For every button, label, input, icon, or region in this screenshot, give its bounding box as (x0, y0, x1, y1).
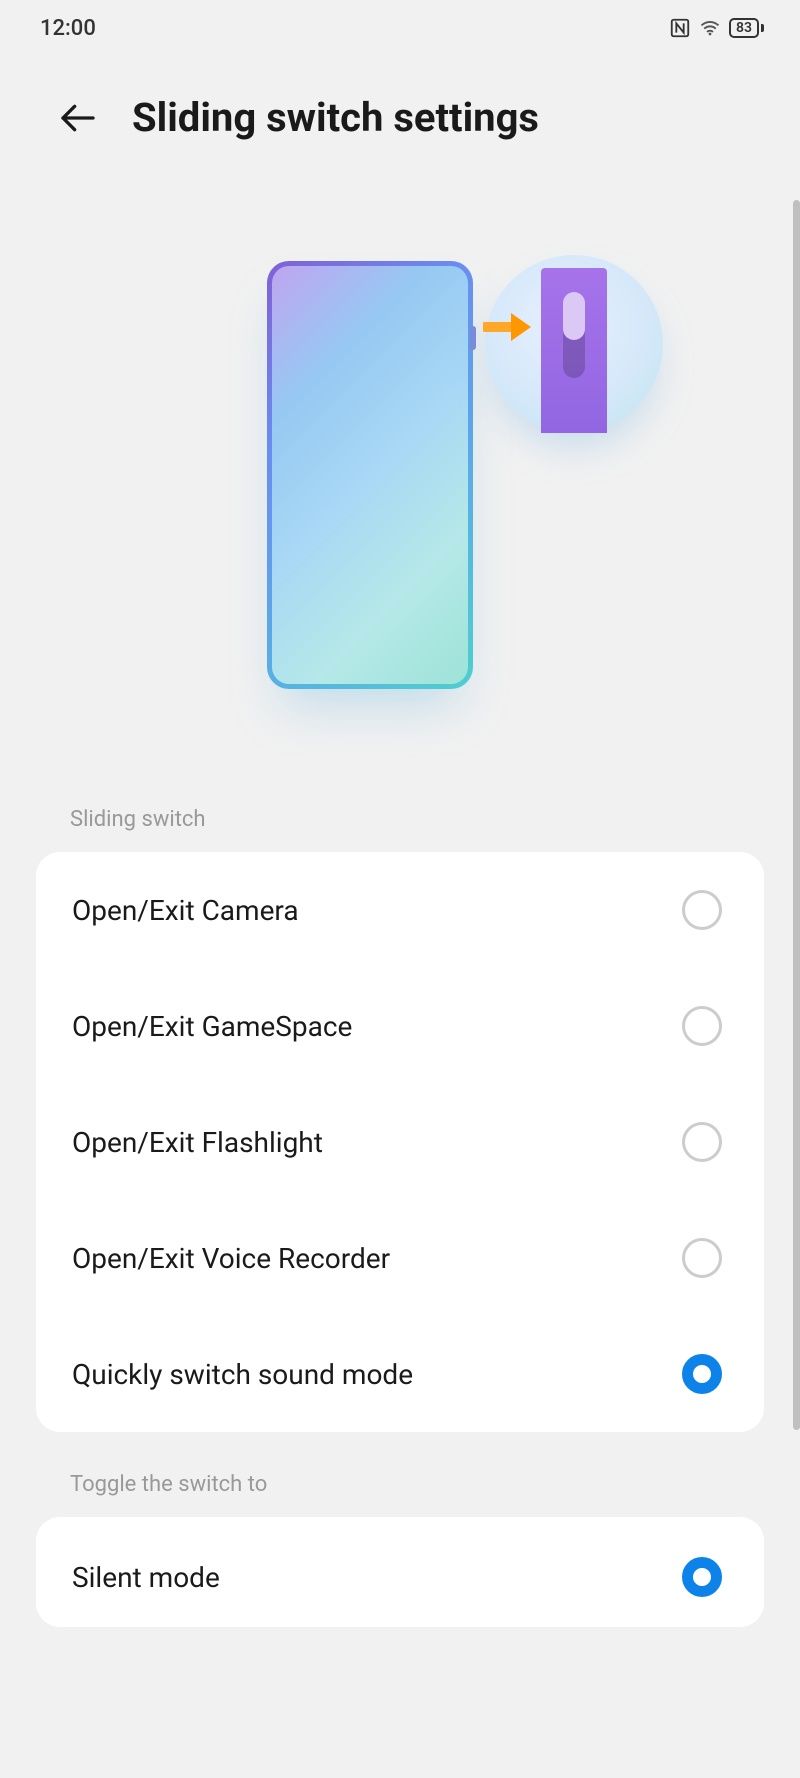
arrow-icon (483, 309, 533, 345)
option-label: Open/Exit Camera (72, 894, 299, 927)
sliding-switch-options-card: Open/Exit Camera Open/Exit GameSpace Ope… (36, 852, 764, 1432)
status-icons: 83 (669, 17, 764, 39)
toggle-options-card: Silent mode (36, 1517, 764, 1627)
battery-icon: 83 (729, 18, 764, 38)
scrollbar[interactable] (793, 200, 800, 1430)
radio-icon-selected (682, 1354, 722, 1394)
option-gamespace[interactable]: Open/Exit GameSpace (36, 968, 764, 1084)
option-label: Open/Exit Flashlight (72, 1126, 323, 1159)
illustration (0, 161, 800, 789)
nfc-icon (669, 17, 691, 39)
radio-icon-selected (682, 1557, 722, 1597)
radio-icon (682, 1238, 722, 1278)
page-title: Sliding switch settings (132, 94, 539, 141)
radio-icon (682, 1122, 722, 1162)
radio-icon (682, 890, 722, 930)
option-voice-recorder[interactable]: Open/Exit Voice Recorder (36, 1200, 764, 1316)
wifi-icon (699, 17, 721, 39)
radio-icon (682, 1006, 722, 1046)
section-label-sliding: Sliding switch (0, 789, 800, 852)
status-bar: 12:00 83 (0, 0, 800, 56)
option-label: Quickly switch sound mode (72, 1358, 413, 1391)
option-label: Silent mode (72, 1561, 220, 1594)
option-silent-mode[interactable]: Silent mode (36, 1517, 764, 1627)
status-time: 12:00 (40, 16, 96, 41)
back-button[interactable] (56, 96, 100, 140)
option-label: Open/Exit Voice Recorder (72, 1242, 390, 1275)
option-camera[interactable]: Open/Exit Camera (36, 852, 764, 968)
option-flashlight[interactable]: Open/Exit Flashlight (36, 1084, 764, 1200)
section-label-toggle: Toggle the switch to (0, 1432, 800, 1517)
option-sound-mode[interactable]: Quickly switch sound mode (36, 1316, 764, 1432)
option-label: Open/Exit GameSpace (72, 1010, 352, 1043)
battery-level: 83 (729, 18, 759, 38)
page-header: Sliding switch settings (0, 56, 800, 161)
